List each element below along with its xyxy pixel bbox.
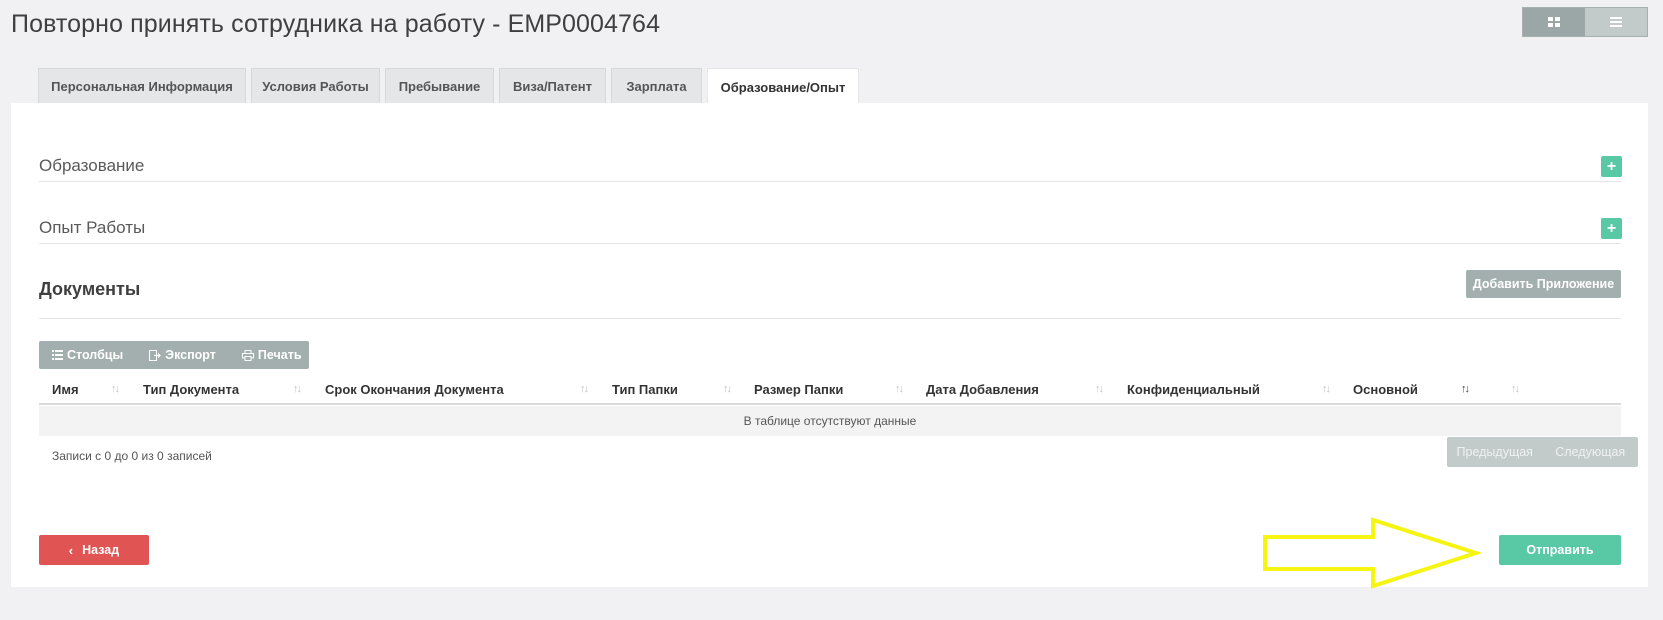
list-icon [1610,17,1622,27]
empty-table-message: В таблице отсутствуют данные [39,406,1621,436]
chevron-left-icon: ‹ [68,542,74,558]
experience-section-title: Опыт Работы [39,218,146,237]
yellow-arrow-annotation [1263,517,1482,589]
next-page-button[interactable]: Следующая [1543,437,1639,467]
sort-icon: ↑↓ [1322,383,1331,395]
print-label: Печать [257,348,302,362]
columns-button[interactable]: Столбцы [39,341,136,369]
education-section-title: Образование [39,156,145,175]
tab-personal-info[interactable]: Персональная Информация [38,68,246,104]
column-header-expiry-date[interactable]: Срок Окончания Документа [325,375,504,403]
grid-icon [1548,17,1560,27]
column-header-folder-type[interactable]: Тип Папки [612,375,678,403]
table-header: Имя ↑↓ Тип Документа ↑↓ Срок Окончания Д… [39,375,1621,405]
documents-title: Документы [39,279,141,299]
columns-icon [52,350,63,360]
sort-icon: ↑↓ [580,383,589,395]
divider [39,243,1621,244]
sort-icon: ↑↓ [1095,383,1104,395]
divider [39,181,1621,182]
columns-label: Столбцы [67,348,124,362]
column-header-primary[interactable]: Основной [1353,375,1418,403]
page-title: Повторно принять сотрудника на работу - … [11,10,661,38]
add-attachment-button[interactable]: Добавить Приложение [1466,270,1621,298]
back-button[interactable]: ‹ Назад [39,535,149,565]
tab-residence[interactable]: Пребывание [385,68,494,104]
tab-visa-patent[interactable]: Виза/Патент [499,68,606,104]
column-header-document-type[interactable]: Тип Документа [143,375,239,403]
previous-page-button[interactable]: Предыдущая [1447,437,1543,467]
submit-button[interactable]: Отправить [1499,535,1621,565]
sort-active-icon: ↑↓ [1461,383,1470,395]
sort-icon: ↑↓ [111,383,120,395]
print-button[interactable]: Печать [229,341,315,369]
column-header-name[interactable]: Имя [52,375,79,403]
sort-icon: ↑↓ [1511,383,1520,395]
back-label: Назад [82,543,120,557]
column-header-folder-size[interactable]: Размер Папки [754,375,843,403]
add-experience-button[interactable]: + [1601,218,1622,239]
pagination: Предыдущая Следующая [1447,437,1638,467]
add-education-button[interactable]: + [1601,156,1622,177]
export-icon [149,349,162,361]
tab-salary[interactable]: Зарплата [611,68,702,104]
main-card: Образование + Опыт Работы + Документы До… [11,103,1648,587]
sort-icon: ↑↓ [723,383,732,395]
list-view-button[interactable] [1585,8,1647,36]
export-label: Экспорт [165,348,216,362]
column-header-confidential[interactable]: Конфиденциальный [1127,375,1260,403]
records-info: Записи с 0 до 0 из 0 записей [52,449,212,463]
sort-icon: ↑↓ [293,383,302,395]
grid-view-button[interactable] [1523,8,1585,36]
sort-icon: ↑↓ [895,383,904,395]
table-toolbar: Столбцы Экспорт Печать [39,341,309,369]
divider [39,318,1621,319]
tab-work-conditions[interactable]: Условия Работы [251,68,380,104]
tab-education-experience[interactable]: Образование/Опыт [707,68,859,105]
column-header-date-added[interactable]: Дата Добавления [926,375,1039,403]
print-icon [241,349,254,361]
view-toggle [1522,7,1648,37]
export-button[interactable]: Экспорт [136,341,229,369]
